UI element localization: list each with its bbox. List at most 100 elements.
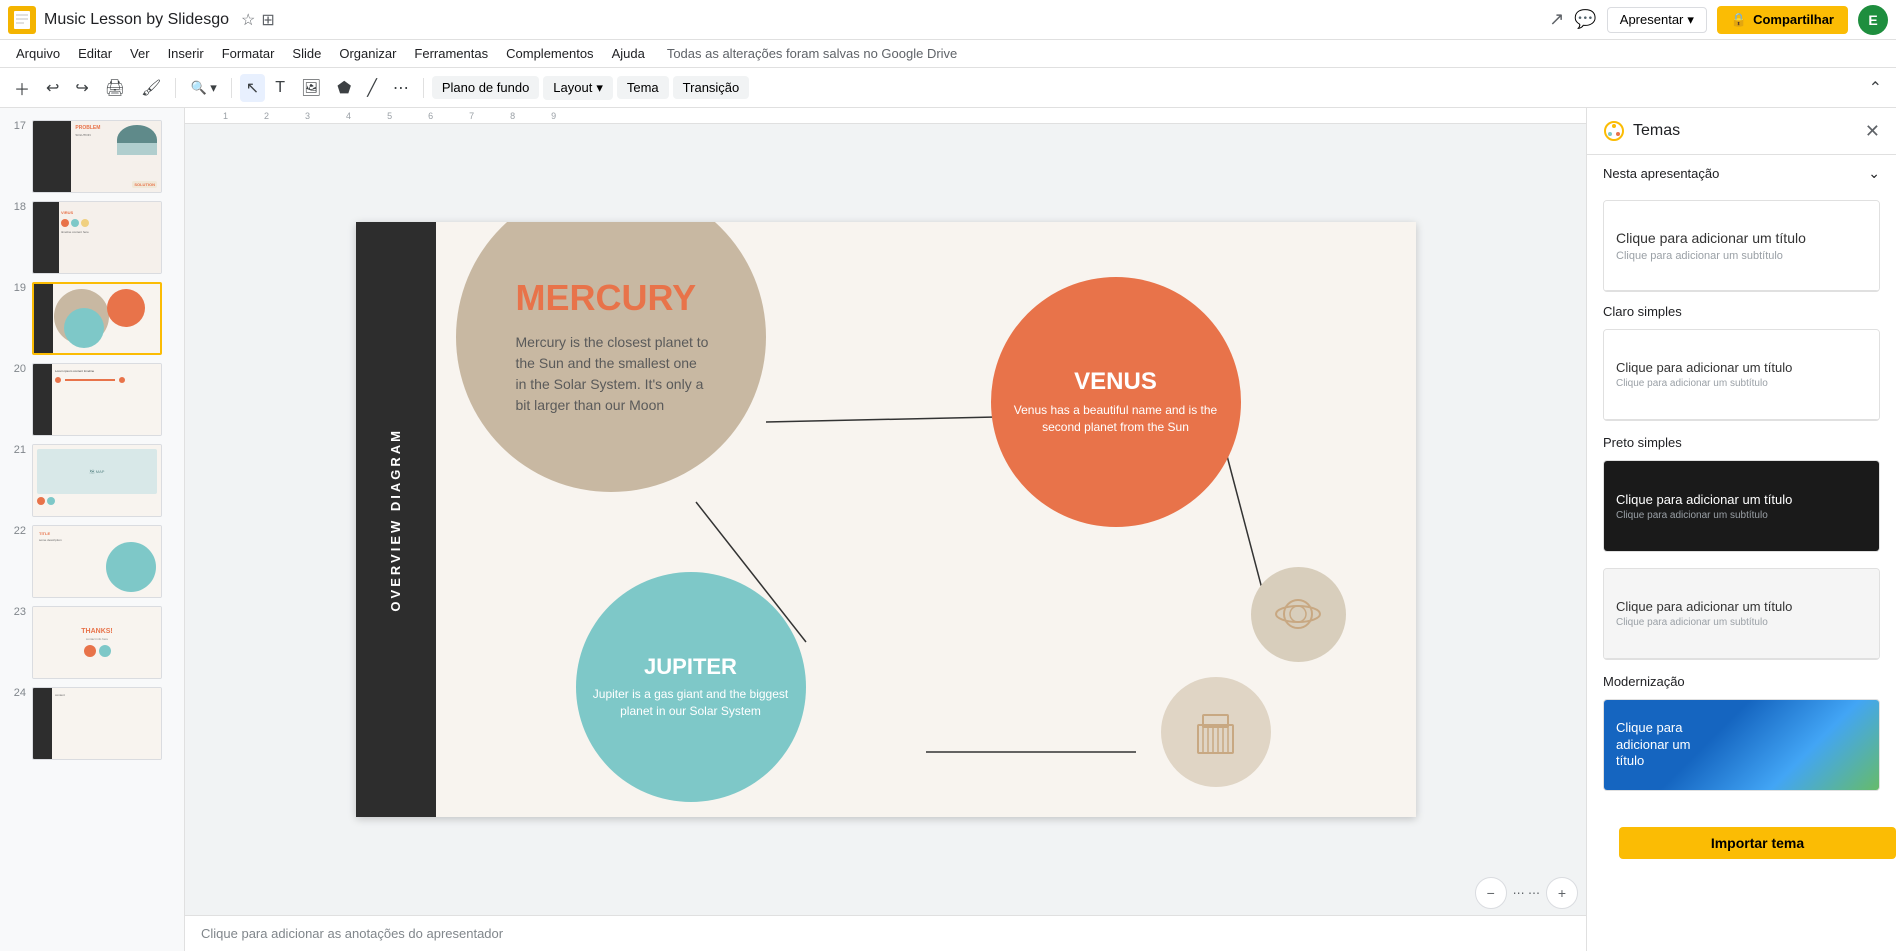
- title-icons: ☆ ⊞: [241, 10, 275, 30]
- lock-icon: 🔒: [1731, 12, 1747, 28]
- notes-placeholder[interactable]: Clique para adicionar as anotações do ap…: [201, 926, 503, 941]
- drive-icon[interactable]: ⊞: [261, 10, 274, 30]
- theme1-card[interactable]: Clique para adicionar um título Clique p…: [1603, 329, 1880, 421]
- transition-label: Transição: [683, 80, 740, 95]
- import-button-area: Importar tema: [1587, 799, 1896, 887]
- menu-ferramentas[interactable]: Ferramentas: [406, 44, 496, 63]
- collapse-button[interactable]: ⌃: [1863, 74, 1888, 102]
- slide-22-thumb[interactable]: 22 TITLE some description: [0, 521, 184, 602]
- present-button[interactable]: Apresentar ▾: [1607, 7, 1707, 33]
- main-layout: 17 PROBLEM SOLUTION SOLUTION 18: [0, 108, 1896, 951]
- menu-inserir[interactable]: Inserir: [160, 44, 212, 63]
- slide-21-thumb[interactable]: 21 🗺 MAP: [0, 440, 184, 521]
- slide-22-img: TITLE some description: [32, 525, 162, 598]
- theme3-preview: Clique para adicionar um título Clique p…: [1604, 569, 1879, 659]
- slide-23-num: 23: [8, 606, 26, 618]
- theme-current-card[interactable]: Clique para adicionar um título Clique p…: [1603, 200, 1880, 292]
- saved-status: Todas as alterações foram salvas no Goog…: [667, 46, 957, 61]
- star-icon[interactable]: ☆: [241, 10, 255, 30]
- comments-icon[interactable]: 💬: [1574, 9, 1596, 30]
- menu-organizar[interactable]: Organizar: [331, 44, 404, 63]
- theme1-subtitle: Clique para adicionar um subtítulo: [1616, 378, 1768, 389]
- venus-desc: Venus has a beautiful name and is the se…: [991, 402, 1241, 436]
- background-button[interactable]: Plano de fundo: [432, 76, 539, 99]
- slide-19-thumb[interactable]: 19: [0, 278, 184, 359]
- venus-title: VENUS: [1074, 368, 1157, 396]
- import-theme-button[interactable]: Importar tema: [1619, 827, 1896, 859]
- theme-current-subtitle: Clique para adicionar um subtítulo: [1616, 250, 1783, 262]
- menu-formatar[interactable]: Formatar: [214, 44, 283, 63]
- slide-23-img: THANKS! contact info here: [32, 606, 162, 679]
- menu-complementos[interactable]: Complementos: [498, 44, 601, 63]
- menu-ver[interactable]: Ver: [122, 44, 158, 63]
- layout-button[interactable]: Layout ▾: [543, 76, 613, 100]
- top-bar: Music Lesson by Slidesgo ☆ ⊞ ↗ 💬 Apresen…: [0, 0, 1896, 40]
- theme-button[interactable]: Tema: [617, 76, 669, 99]
- slide-23-thumb[interactable]: 23 THANKS! contact info here: [0, 602, 184, 683]
- add-button[interactable]: ＋: [8, 72, 36, 104]
- toolbar-right: ⌃: [1863, 74, 1888, 102]
- themes-close-button[interactable]: ✕: [1865, 121, 1880, 142]
- themes-section-header: Nesta apresentação ⌄: [1587, 155, 1896, 192]
- menu-ajuda[interactable]: Ajuda: [604, 44, 653, 63]
- slide-left-bar: OVERVIEW DIAGRAM: [356, 222, 436, 817]
- theme4-card[interactable]: Clique paraadicionar umtítulo: [1603, 699, 1880, 791]
- undo-button[interactable]: ↩: [40, 74, 65, 102]
- slide-18-img: VIRUS timeline content here: [32, 201, 162, 274]
- avatar[interactable]: E: [1858, 5, 1888, 35]
- slide-18-num: 18: [8, 201, 26, 213]
- shape-tool[interactable]: ⬟: [331, 74, 357, 102]
- zoom-in-button[interactable]: +: [1546, 877, 1578, 909]
- redo-button[interactable]: ↪: [69, 74, 94, 102]
- separator1: [175, 78, 176, 98]
- menu-slide[interactable]: Slide: [284, 44, 329, 63]
- theme2-card[interactable]: Clique para adicionar um título Clique p…: [1603, 460, 1880, 552]
- line-tool[interactable]: ╱: [361, 74, 383, 102]
- slide-18-thumb[interactable]: 18 VIRUS timeline content here: [0, 197, 184, 278]
- menu-bar: Arquivo Editar Ver Inserir Formatar Slid…: [0, 40, 1896, 68]
- menu-arquivo[interactable]: Arquivo: [8, 44, 68, 63]
- theme4-label: Modernização: [1587, 668, 1896, 691]
- themes-panel: Temas ✕ Nesta apresentação ⌄ Clique para…: [1586, 108, 1896, 951]
- text-tool[interactable]: T: [269, 75, 291, 101]
- slide-21-img: 🗺 MAP: [32, 444, 162, 517]
- jupiter-desc: Jupiter is a gas giant and the biggest p…: [576, 686, 806, 720]
- small-circle-1: [1161, 677, 1271, 787]
- print-button[interactable]: 🖨: [99, 74, 131, 102]
- background-label: Plano de fundo: [442, 80, 529, 95]
- theme1-title: Clique para adicionar um título: [1616, 360, 1792, 375]
- themes-icon: [1603, 120, 1625, 142]
- slide-17-num: 17: [8, 120, 26, 132]
- slide-20-thumb[interactable]: 20 Lorem ipsum content timeline: [0, 359, 184, 440]
- jupiter-circle: JUPITER Jupiter is a gas giant and the b…: [576, 572, 806, 802]
- image-tool[interactable]: 🖼: [295, 74, 327, 102]
- present-dropdown-icon[interactable]: ▾: [1687, 12, 1694, 28]
- analytics-icon[interactable]: ↗: [1549, 9, 1564, 30]
- theme-current-title: Clique para adicionar um título: [1616, 230, 1806, 246]
- slide-17-thumb[interactable]: 17 PROBLEM SOLUTION SOLUTION: [0, 116, 184, 197]
- theme-current-preview: Clique para adicionar um título Clique p…: [1604, 201, 1879, 291]
- more-tools[interactable]: ⋯: [387, 74, 415, 102]
- theme2-preview: Clique para adicionar um título Clique p…: [1604, 461, 1879, 551]
- slide-canvas[interactable]: OVERVIEW DIAGRAM MERCURY Mercu: [356, 222, 1416, 817]
- saturn-icon: [1271, 587, 1326, 642]
- present-label: Apresentar: [1620, 12, 1684, 27]
- themes-section-label: Nesta apresentação: [1603, 166, 1719, 181]
- slide-24-thumb[interactable]: 24 content: [0, 683, 184, 764]
- zoom-button[interactable]: 🔍 ▾: [184, 76, 222, 100]
- theme-label: Tema: [627, 80, 659, 95]
- zoom-out-button[interactable]: −: [1475, 877, 1507, 909]
- slide-20-num: 20: [8, 363, 26, 375]
- themes-section-chevron-icon[interactable]: ⌄: [1868, 165, 1880, 182]
- building-icon: [1188, 710, 1243, 755]
- transition-button[interactable]: Transição: [673, 76, 750, 99]
- menu-editar[interactable]: Editar: [70, 44, 120, 63]
- layout-label: Layout: [553, 80, 592, 95]
- theme1-label: Claro simples: [1587, 300, 1896, 321]
- share-button[interactable]: 🔒 Compartilhar: [1717, 6, 1848, 34]
- select-tool[interactable]: ↖: [240, 74, 265, 102]
- slides-app-icon: [8, 6, 36, 34]
- theme3-card[interactable]: Clique para adicionar um título Clique p…: [1603, 568, 1880, 660]
- paint-format-button[interactable]: 🖌: [135, 74, 167, 102]
- share-label: Compartilhar: [1753, 12, 1834, 27]
